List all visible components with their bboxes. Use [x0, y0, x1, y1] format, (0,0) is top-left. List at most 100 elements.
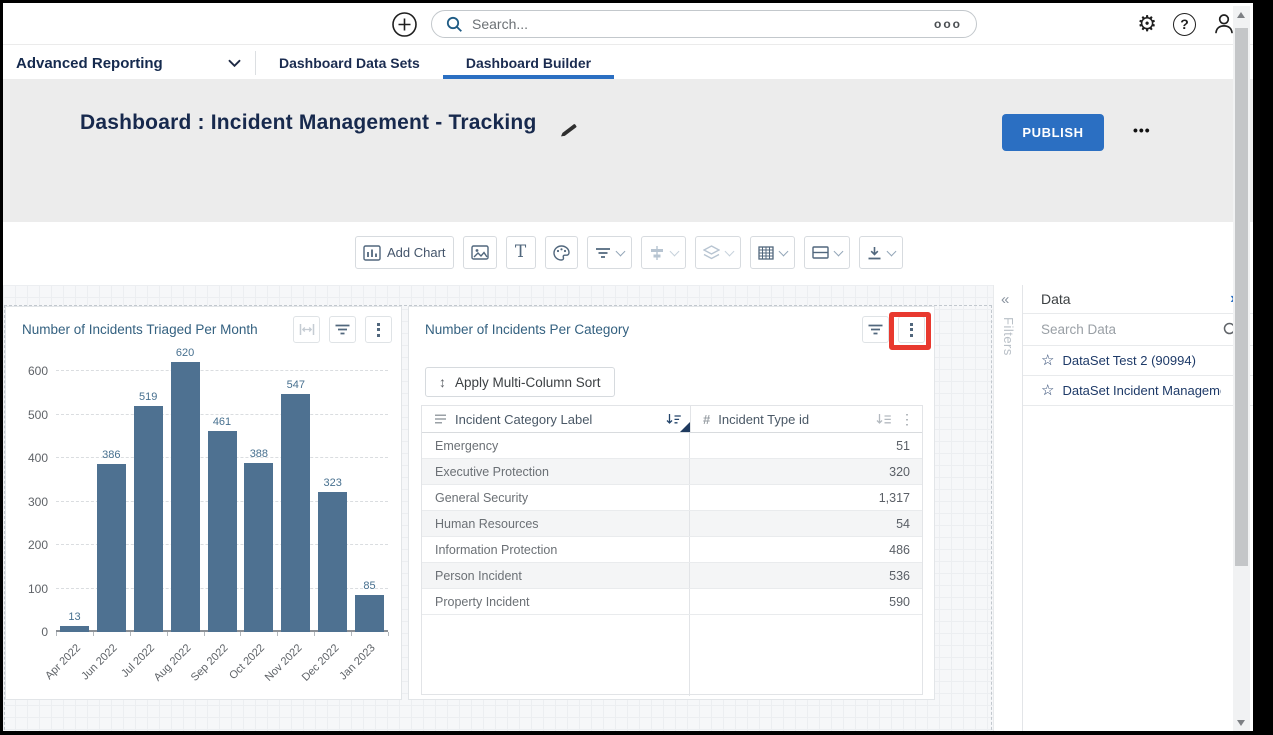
- category-cell: Information Protection: [422, 537, 690, 562]
- chevron-down-icon: [886, 246, 896, 256]
- table-row[interactable]: Information Protection486: [422, 537, 922, 563]
- align-icon: [649, 246, 665, 260]
- settings-gear-icon[interactable]: ⚙: [1137, 11, 1157, 37]
- scrollbar-thumb[interactable]: [1235, 28, 1248, 566]
- more-actions-button[interactable]: •••: [1133, 122, 1151, 138]
- filters-tab-label[interactable]: Filters: [1001, 317, 1016, 356]
- bar-value-label: 13: [54, 611, 94, 623]
- scroll-up-arrow-icon[interactable]: [1237, 12, 1245, 18]
- dashboard-canvas[interactable]: Number of Incidents Triaged Per Month 01…: [3, 285, 993, 731]
- x-tick-label: Jun 2022: [79, 642, 119, 682]
- y-tick-label: 400: [28, 451, 48, 465]
- add-text-button[interactable]: T: [506, 236, 536, 269]
- y-tick-label: 600: [28, 364, 48, 378]
- chart-widget[interactable]: Number of Incidents Triaged Per Month 01…: [5, 306, 402, 700]
- fit-width-button[interactable]: [293, 316, 320, 343]
- table-row[interactable]: Property Incident590: [422, 589, 922, 615]
- dashboard-header-band: Dashboard : Incident Management - Tracki…: [3, 79, 1253, 222]
- table-empty-area: [422, 615, 922, 696]
- data-table: Incident Category Label # Incident Type …: [421, 405, 923, 695]
- table-row[interactable]: Human Resources54: [422, 511, 922, 537]
- table-row[interactable]: Person Incident536: [422, 563, 922, 589]
- data-panel-title: Data: [1041, 291, 1071, 307]
- tab-dashboard-data-sets[interactable]: Dashboard Data Sets: [256, 45, 443, 81]
- filters-panel-collapsed[interactable]: « Filters: [993, 285, 1022, 731]
- tab-dashboard-builder[interactable]: Dashboard Builder: [443, 45, 614, 81]
- chart-filter-button[interactable]: [329, 316, 356, 343]
- data-search-placeholder: Search Data: [1041, 322, 1116, 337]
- bar-Nov 2022[interactable]: [281, 394, 310, 632]
- x-tick-label: Jan 2023: [338, 642, 378, 682]
- bar-value-label: 323: [313, 477, 353, 489]
- data-panel-header: Data »: [1023, 285, 1253, 314]
- value-cell: 1,317: [690, 485, 922, 510]
- table-widget[interactable]: Number of Incidents Per Category ↕ Apply…: [408, 306, 935, 700]
- layout-menu-button[interactable]: [804, 236, 850, 269]
- style-palette-button[interactable]: [545, 236, 578, 269]
- x-tick-label: Aug 2022: [152, 642, 194, 684]
- data-panel: Data » Search Data ☆DataSet Test 2 (9099…: [1022, 285, 1253, 731]
- dataset-item[interactable]: ☆DataSet Test 2 (90994)›: [1023, 346, 1253, 376]
- chart-kebab-menu-button[interactable]: [365, 316, 392, 343]
- scroll-down-arrow-icon[interactable]: [1237, 720, 1245, 726]
- table-body: Emergency51Executive Protection320Genera…: [422, 433, 922, 615]
- bar-Dec 2022[interactable]: [318, 492, 347, 633]
- chart-widget-title: Number of Incidents Triaged Per Month: [22, 322, 258, 337]
- star-icon[interactable]: ☆: [1041, 383, 1054, 398]
- table-row[interactable]: Executive Protection320: [422, 459, 922, 485]
- search-options-icon[interactable]: ooo: [934, 18, 962, 30]
- column-resize-corner: [680, 422, 690, 432]
- sort-updown-icon: ↕: [439, 374, 446, 390]
- text-type-icon: [434, 414, 447, 424]
- kebab-menu-icon: [377, 323, 380, 337]
- layers-menu-button[interactable]: [695, 236, 741, 269]
- data-search-input[interactable]: Search Data: [1023, 314, 1253, 346]
- sort-icon[interactable]: [876, 413, 892, 425]
- bar-Jun 2022[interactable]: [97, 464, 126, 632]
- help-icon[interactable]: ?: [1173, 13, 1196, 36]
- filter-menu-button[interactable]: [587, 236, 632, 269]
- global-search-input[interactable]: Search... ooo: [431, 10, 977, 38]
- bar-Aug 2022[interactable]: [171, 362, 200, 632]
- bar-value-label: 85: [350, 580, 390, 592]
- bar-Oct 2022[interactable]: [244, 463, 273, 632]
- download-menu-button[interactable]: [859, 236, 903, 269]
- table-row[interactable]: Emergency51: [422, 433, 922, 459]
- app-menu-dropdown[interactable]: Advanced Reporting: [3, 45, 255, 81]
- layers-icon: [703, 245, 720, 260]
- search-icon: [446, 16, 463, 33]
- y-tick-label: 300: [28, 495, 48, 509]
- screen-frame: Search... ooo ⚙ ? Advanced Reporting: [0, 0, 1273, 735]
- bar-value-label: 388: [239, 448, 279, 460]
- dataset-item[interactable]: ☆DataSet Incident Management ...›: [1023, 376, 1253, 406]
- download-icon: [867, 246, 882, 260]
- publish-button[interactable]: PUBLISH: [1002, 114, 1104, 151]
- grid-menu-button[interactable]: [750, 236, 795, 269]
- chevron-down-icon: [833, 246, 843, 256]
- add-image-button[interactable]: [463, 236, 497, 269]
- add-chart-button[interactable]: Add Chart: [355, 236, 454, 269]
- chart-x-axis: Apr 2022Jun 2022Jul 2022Aug 2022Sep 2022…: [56, 637, 388, 697]
- bar-Jan 2023[interactable]: [355, 595, 384, 632]
- star-icon[interactable]: ☆: [1041, 353, 1054, 368]
- collapse-left-icon[interactable]: «: [1001, 291, 1009, 308]
- table-kebab-menu-button[interactable]: [898, 316, 925, 343]
- category-cell: Property Incident: [422, 589, 690, 614]
- vertical-scrollbar[interactable]: [1233, 6, 1250, 731]
- add-circle-icon[interactable]: [391, 11, 418, 38]
- column-header-type-id[interactable]: # Incident Type id ⋮: [690, 406, 922, 432]
- multi-column-sort-button[interactable]: ↕ Apply Multi-Column Sort: [425, 367, 615, 397]
- bar-value-label: 461: [202, 416, 242, 428]
- bar-Jul 2022[interactable]: [134, 406, 163, 632]
- bar-value-label: 620: [165, 347, 205, 359]
- table-filter-button[interactable]: [862, 316, 889, 343]
- table-row[interactable]: General Security1,317: [422, 485, 922, 511]
- column-kebab-menu-icon[interactable]: ⋮: [900, 412, 914, 426]
- edit-pencil-icon[interactable]: [559, 121, 577, 139]
- value-cell: 51: [690, 433, 922, 458]
- align-menu-button[interactable]: [641, 236, 686, 269]
- column-header-category[interactable]: Incident Category Label: [422, 406, 690, 432]
- bar-Sep 2022[interactable]: [208, 431, 237, 632]
- category-cell: Emergency: [422, 433, 690, 458]
- x-tick-label: Oct 2022: [227, 642, 267, 682]
